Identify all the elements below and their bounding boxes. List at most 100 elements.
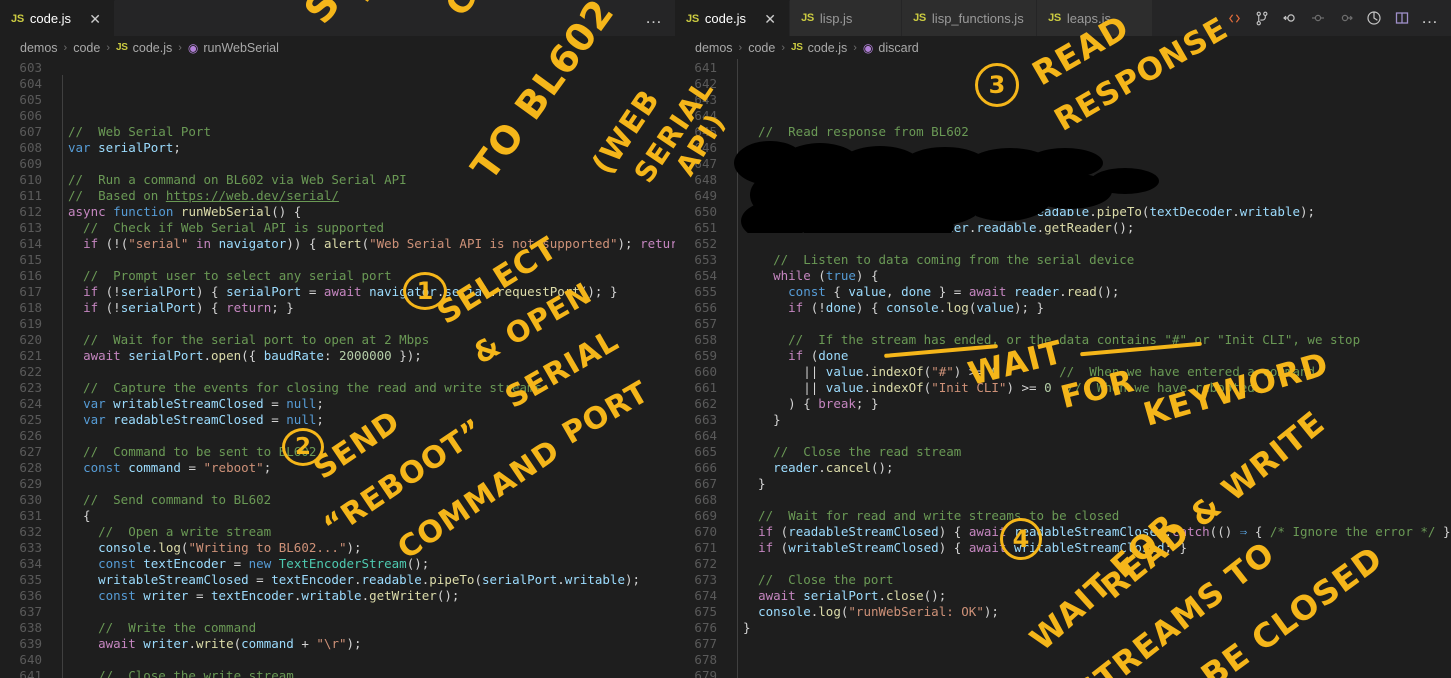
code-line[interactable]: console.log("Writing to BL602..."); (68, 540, 675, 556)
code-line[interactable]: } (743, 412, 1451, 428)
code-line[interactable]: const { value, done } = await reader.rea… (743, 284, 1451, 300)
code-line[interactable]: const textDecoder = new TextDecoderStrea… (743, 188, 1451, 204)
code-line[interactable]: reader.cancel(); (743, 460, 1451, 476)
step-back-icon[interactable] (1277, 5, 1303, 31)
run-and-debug-icon[interactable] (1361, 5, 1387, 31)
code-line[interactable]: || value.indexOf("#") >= 0 // When we ha… (743, 364, 1451, 380)
code-line[interactable]: // Listen to data coming from the serial… (743, 252, 1451, 268)
code-line[interactable]: // Capture the events for closing the re… (68, 380, 675, 396)
code-line[interactable]: // Close the write stream (68, 668, 675, 678)
split-editor-icon[interactable] (1389, 5, 1415, 31)
code-line[interactable]: while (true) { (743, 268, 1451, 284)
code-line[interactable] (68, 316, 675, 332)
more-actions-icon[interactable]: … (1417, 5, 1443, 31)
code-line[interactable]: if (readableStreamClosed) { await readab… (743, 524, 1451, 540)
code-line[interactable]: } (743, 476, 1451, 492)
code-line[interactable]: const textEncoder = new TextEncoderStrea… (68, 556, 675, 572)
code-line[interactable] (68, 252, 675, 268)
code-line[interactable]: // Open a read stream (743, 156, 1451, 172)
code-line[interactable] (743, 108, 1451, 124)
code-line[interactable] (743, 668, 1451, 678)
code-line[interactable]: // Wait for read and write streams to be… (743, 508, 1451, 524)
code-line[interactable]: const reader = textDecoder.readable.getR… (743, 220, 1451, 236)
close-icon[interactable]: ✕ (762, 12, 778, 26)
code-line[interactable] (68, 476, 675, 492)
code-line[interactable] (68, 652, 675, 668)
code-line[interactable] (743, 652, 1451, 668)
code-editor-right[interactable]: 6416426436446456466476486496506516526536… (675, 59, 1451, 678)
breadcrumb-item-symbol[interactable]: discard (878, 41, 918, 55)
breadcrumb-item-demos[interactable]: demos (20, 41, 58, 55)
code-line[interactable] (743, 492, 1451, 508)
tab-lisp-functions-js[interactable]: JS lisp_functions.js (902, 0, 1037, 36)
step-into-icon[interactable] (1333, 5, 1359, 31)
code-line[interactable]: writableStreamClosed = textEncoder.reada… (68, 572, 675, 588)
code-line[interactable]: await writer.write(command + "\r"); (68, 636, 675, 652)
code-line[interactable]: if (!done) { console.log(value); } (743, 300, 1451, 316)
code-line[interactable]: // Wait for the serial port to open at 2… (68, 332, 675, 348)
code-line[interactable]: async function runWebSerial() { (68, 204, 675, 220)
tab-leaps-js[interactable]: JS leaps.js (1037, 0, 1153, 36)
code-line[interactable]: // Write the command (68, 620, 675, 636)
code-line[interactable]: // Run a command on BL602 via Web Serial… (68, 172, 675, 188)
code-line[interactable] (68, 604, 675, 620)
code-line[interactable]: console.log("Reading from BL602..."); (743, 172, 1451, 188)
code-line[interactable]: // Prompt user to select any serial port (68, 268, 675, 284)
code-line[interactable]: if (done (743, 348, 1451, 364)
code-line[interactable]: if (!serialPort) { serialPort = await na… (68, 284, 675, 300)
code-editor-left[interactable]: 6036046056066076086096106116126136146156… (0, 59, 675, 678)
code-line[interactable]: await serialPort.open({ baudRate: 200000… (68, 348, 675, 364)
code-line[interactable] (743, 316, 1451, 332)
breadcrumb-item-code[interactable]: code (73, 41, 100, 55)
code-line[interactable]: } (743, 620, 1451, 636)
code-line[interactable]: ) { break; } (743, 396, 1451, 412)
source-control-compare-icon[interactable] (1221, 5, 1247, 31)
code-line[interactable]: || value.indexOf("Init CLI") >= 0 // Whe… (743, 380, 1451, 396)
code-line[interactable]: readableStreamClosed = serialPort.readab… (743, 204, 1451, 220)
breadcrumb-item-code[interactable]: code (748, 41, 775, 55)
breadcrumb-item-symbol[interactable]: runWebSerial (203, 41, 279, 55)
code-line[interactable]: var readableStreamClosed = null; (68, 412, 675, 428)
code-line[interactable]: if (!("serial" in navigator)) { alert("W… (68, 236, 675, 252)
code-line[interactable] (68, 364, 675, 380)
code-line[interactable]: // If the stream has ended, or the data … (743, 332, 1451, 348)
code-line[interactable]: await serialPort.close(); (743, 588, 1451, 604)
tab-code-js-right[interactable]: JS code.js ✕ (675, 0, 790, 36)
code-line[interactable] (68, 428, 675, 444)
code-line[interactable]: { (68, 508, 675, 524)
breadcrumb-item-demos[interactable]: demos (695, 41, 733, 55)
code-line[interactable] (743, 556, 1451, 572)
breadcrumb-item-file[interactable]: code.js (133, 41, 173, 55)
code-line[interactable]: const writer = textEncoder.writable.getW… (68, 588, 675, 604)
code-line[interactable]: // Close the port (743, 572, 1451, 588)
code-line[interactable]: if (writableStreamClosed) { await writab… (743, 540, 1451, 556)
code-line[interactable]: // Based on https://web.dev/serial/ (68, 188, 675, 204)
step-over-icon[interactable] (1305, 5, 1331, 31)
more-actions-icon[interactable]: … (641, 5, 667, 31)
breadcrumb-item-file[interactable]: code.js (808, 41, 848, 55)
code-line[interactable]: console.log("runWebSerial: OK"); (743, 604, 1451, 620)
code-line[interactable]: // Send command to BL602 (68, 492, 675, 508)
code-line[interactable] (743, 428, 1451, 444)
tab-lisp-js[interactable]: JS lisp.js (790, 0, 902, 36)
tab-code-js-left[interactable]: JS code.js ✕ (0, 0, 115, 36)
code-content-left[interactable]: // Web Serial Portvar serialPort; // Run … (68, 59, 675, 678)
code-line[interactable]: // Read response from BL602 (743, 124, 1451, 140)
code-line[interactable]: // Check if Web Serial API is supported (68, 220, 675, 236)
code-line[interactable]: // Command to be sent to BL602 (68, 444, 675, 460)
code-line[interactable]: // Open a write stream (68, 524, 675, 540)
close-icon[interactable]: ✕ (87, 12, 103, 26)
code-line[interactable]: if (!serialPort) { return; } (68, 300, 675, 316)
code-line[interactable]: // Close the read stream (743, 444, 1451, 460)
code-line[interactable]: var writableStreamClosed = null; (68, 396, 675, 412)
code-line[interactable]: const command = "reboot"; (68, 460, 675, 476)
code-line[interactable] (743, 636, 1451, 652)
code-content-right[interactable]: // Read response from BL602 { // Open a … (743, 59, 1451, 678)
code-line[interactable] (68, 156, 675, 172)
split-branch-icon[interactable] (1249, 5, 1275, 31)
code-line[interactable] (68, 108, 675, 124)
code-line[interactable]: // Web Serial Port (68, 124, 675, 140)
code-line[interactable]: { (743, 140, 1451, 156)
code-line[interactable] (743, 236, 1451, 252)
code-line[interactable]: var serialPort; (68, 140, 675, 156)
